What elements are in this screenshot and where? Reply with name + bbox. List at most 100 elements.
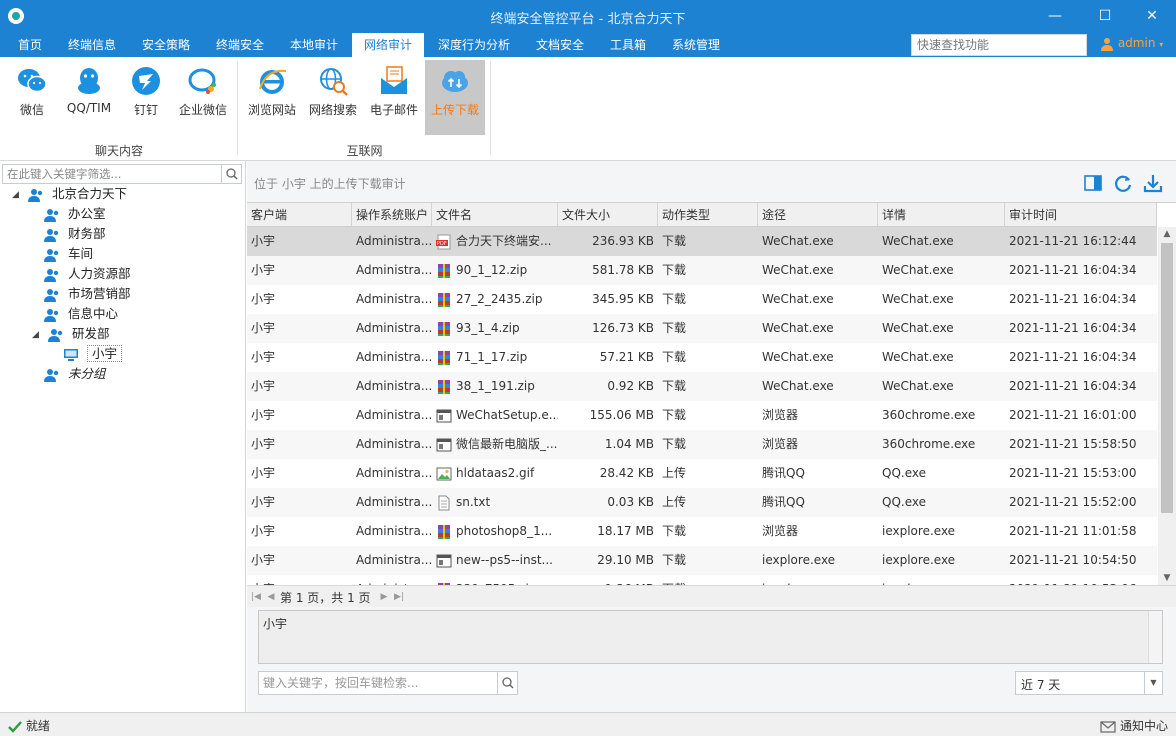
search-icon[interactable] [497,672,517,694]
tree-filter-input[interactable] [3,165,219,183]
tree-node-rnd[interactable]: ◢ 研发部 [32,324,109,344]
tree-node-ungrouped[interactable]: 未分组 [44,364,106,384]
cell-size: 0.92 KB [607,379,654,393]
ribbon-upload-download-button[interactable]: 上传下载 [425,60,485,135]
menu-behavior-analysis[interactable]: 深度行为分析 [430,33,518,57]
detail-box[interactable]: 小宇 [258,610,1163,664]
tree-node-info-center[interactable]: 信息中心 [44,304,118,324]
menu-terminal-info[interactable]: 终端信息 [58,33,126,57]
tree-node-computer[interactable]: 小宇 [63,344,122,364]
column-header[interactable]: 途径 [758,203,878,227]
menu-terminal-security[interactable]: 终端安全 [206,33,274,57]
cell-action: 下载 [662,321,687,335]
table-row[interactable]: 小宇 Administra... 93_1_4.zip 126.73 KB 下载 WeCh… [247,314,1157,343]
cell-via: WeChat.exe [762,379,834,393]
scroll-up-icon[interactable]: ▲ [1158,227,1176,241]
column-header[interactable]: 审计时间 [1005,203,1157,227]
ribbon-dingtalk-button[interactable]: 钉钉 [122,60,170,135]
collapse-icon[interactable]: ◢ [12,185,24,205]
group-icon [44,208,59,222]
table-row[interactable]: 小宇 Administra... hldataas2.gif 28.42 KB 上传 腾讯… [247,459,1157,488]
table-row[interactable]: 小宇 Administra... new--ps5--inst... 29.10 MB… [247,546,1157,575]
menu-home[interactable]: 首页 [8,33,52,57]
tree-node-root[interactable]: ◢ 北京合力天下 [12,184,127,204]
ribbon-wechat-button[interactable]: 微信 [8,60,56,135]
tree-node-workshop[interactable]: 车间 [44,244,93,264]
column-header[interactable]: 操作系统账户 [352,203,432,227]
chevron-down-icon[interactable]: ▼ [1144,672,1162,694]
last-page-icon[interactable]: ▶| [392,589,406,605]
cell-client: 小宇 [251,553,276,567]
cell-via: WeChat.exe [762,234,834,248]
notification-center[interactable]: 通知中心 [1100,717,1168,734]
tree-node-office[interactable]: 办公室 [44,204,106,224]
vertical-scrollbar[interactable]: ▲ ▼ [1158,227,1176,585]
column-header[interactable]: 详情 [878,203,1005,227]
table-row[interactable]: 小宇 Administra... PDF 合力天下终端安... 236.93 KB 下载 W… [247,227,1157,256]
detail-scrollbar[interactable] [1148,611,1162,663]
scroll-down-icon[interactable]: ▼ [1158,571,1176,585]
column-header[interactable]: 动作类型 [658,203,758,227]
pager: |◀ ◀ 第 1 页，共 1 页 ▶ ▶| [247,585,1176,607]
cell-action: 上传 [662,466,687,480]
table-row[interactable]: 小宇 Administra... 38_1_191.zip 0.92 KB 下载 WeCh… [247,372,1157,401]
tree-node-finance[interactable]: 财务部 [44,224,106,244]
download-icon[interactable] [1142,172,1164,194]
prev-page-icon[interactable]: ◀ [264,589,278,605]
cell-account: Administra... [356,350,432,364]
ribbon-email-button[interactable]: 电子邮件 [366,60,422,135]
cell-action: 下载 [662,234,687,248]
cell-account: Administra... [356,495,432,509]
cell-detail: WeChat.exe [882,350,954,364]
group-label-chat: 聊天内容 [94,144,143,158]
ribbon-browse-button[interactable]: 浏览网站 [244,60,300,135]
web-search-icon [320,68,348,96]
column-header[interactable]: 文件大小 [558,203,658,227]
cell-time: 2021-11-21 10:54:50 [1009,553,1137,567]
tree-node-marketing[interactable]: 市场营销部 [44,284,131,304]
cell-file: hldataas2.gif [432,459,558,488]
columns-toggle-icon[interactable] [1082,172,1104,194]
scrollbar-thumb[interactable] [1161,243,1173,513]
menu-network-audit[interactable]: 网络审计 [352,33,424,57]
svg-text:PDF: PDF [437,241,447,247]
table-row[interactable]: 小宇 Administra... 71_1_17.zip 57.21 KB 下载 WeCh… [247,343,1157,372]
time-range-select[interactable]: 近 7 天 ▼ [1015,671,1163,695]
dingtalk-icon [132,67,160,95]
user-menu[interactable]: admin ▾ [1100,36,1163,54]
table-row[interactable]: 小宇 Administra... sn.txt 0.03 KB 上传 腾讯QQ QQ.exe… [247,488,1157,517]
first-page-icon[interactable]: |◀ [249,589,263,605]
close-button[interactable]: ✕ [1137,4,1167,28]
cell-detail: WeChat.exe [882,379,954,393]
table-row[interactable]: 小宇 Administra... WeChatSetup.e... 155.06 MB… [247,401,1157,430]
group-icon [44,308,59,322]
ribbon-qq-button[interactable]: QQ/TIM [60,60,118,135]
menu-document-security[interactable]: 文档安全 [526,33,594,57]
audit-table: 客户端 操作系统账户 文件名 文件大小 动作类型 途径 详情 审计时间 小宇 Ad… [247,202,1176,585]
cell-via: 浏览器 [762,437,799,451]
table-row[interactable]: 小宇Administra...239_7595.zip1.36 MB下载iexp… [247,575,1157,585]
menu-toolbox[interactable]: 工具箱 [600,33,656,57]
search-icon[interactable] [221,165,241,183]
check-icon [8,720,22,733]
table-row[interactable]: 小宇 Administra... 27_2_2435.zip 345.95 KB 下载 W… [247,285,1157,314]
maximize-button[interactable]: ☐ [1090,4,1120,28]
column-header[interactable]: 文件名 [432,203,558,227]
table-row[interactable]: 小宇 Administra... photoshop8_1... 18.17 MB 下载… [247,517,1157,546]
menu-local-audit[interactable]: 本地审计 [280,33,348,57]
table-row[interactable]: 小宇 Administra... 90_1_12.zip 581.78 KB 下载 WeC… [247,256,1157,285]
table-row[interactable]: 小宇 Administra... 微信最新电脑版_... 1.04 MB 下载 浏览器 36… [247,430,1157,459]
next-page-icon[interactable]: ▶ [377,589,391,605]
menu-security-policy[interactable]: 安全策略 [132,33,200,57]
refresh-icon[interactable] [1112,172,1134,194]
quick-search-input[interactable] [911,34,1087,56]
column-header[interactable]: 客户端 [247,203,352,227]
minimize-button[interactable]: — [1040,4,1070,28]
tree-node-hr[interactable]: 人力资源部 [44,264,131,284]
menu-system-management[interactable]: 系统管理 [662,33,730,57]
ribbon-wecom-button[interactable]: 企业微信 [176,60,230,135]
ribbon-search-button[interactable]: 网络搜索 [304,60,362,135]
cell-file: 71_1_17.zip [432,343,558,372]
keyword-search-input[interactable] [259,672,495,694]
collapse-icon[interactable]: ◢ [32,325,44,345]
